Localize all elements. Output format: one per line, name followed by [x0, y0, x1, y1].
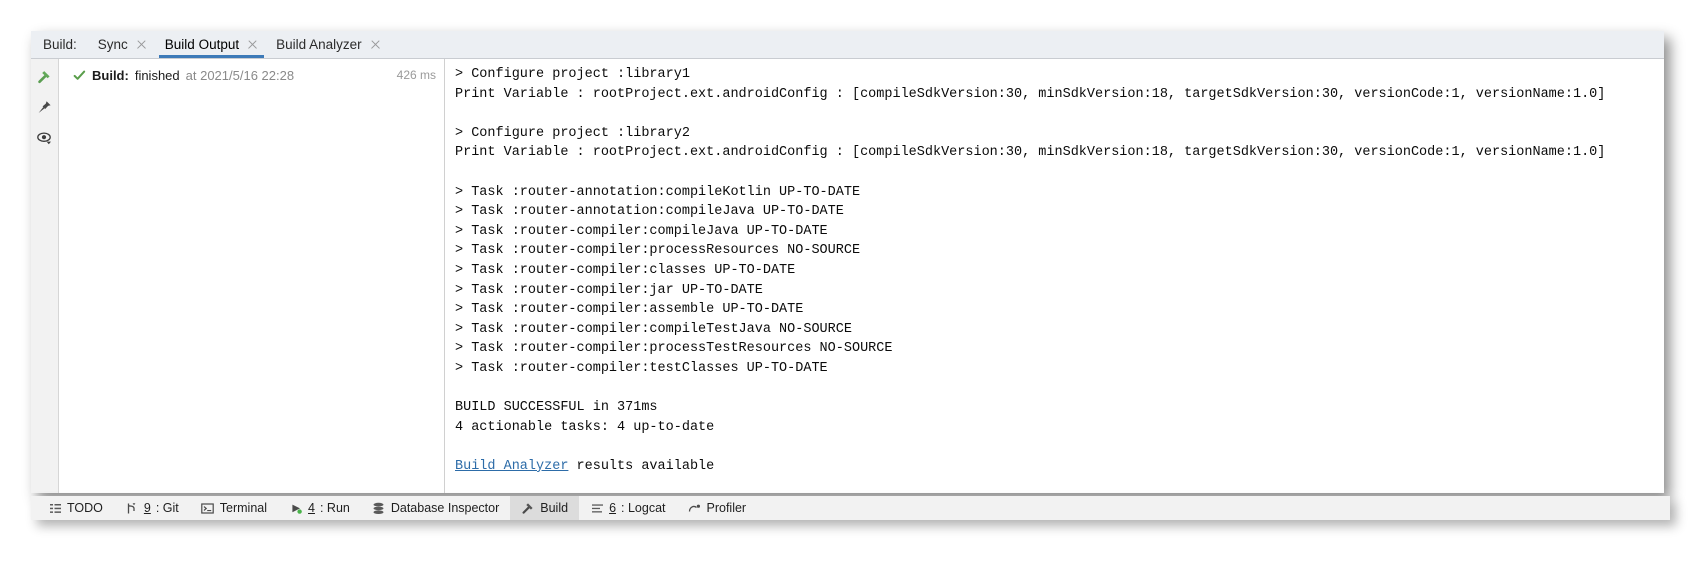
console-line: > Task :router-compiler:jar UP-TO-DATE — [455, 282, 763, 298]
tab-build-analyzer-label: Build Analyzer — [276, 36, 362, 52]
terminal-icon — [201, 501, 215, 515]
tab-build-analyzer[interactable]: Build Analyzer — [267, 31, 390, 58]
status-item-terminal-label: Terminal — [219, 501, 268, 515]
tab-sync-label: Sync — [97, 36, 128, 52]
status-item-build-label: Build — [540, 501, 569, 515]
logcat-icon — [590, 501, 604, 515]
build-duration: 426 ms — [396, 68, 436, 82]
console-line: > Task :router-compiler:classes UP-TO-DA… — [455, 262, 796, 278]
run-play-icon — [289, 501, 303, 515]
tab-build-output-label: Build Output — [164, 36, 240, 52]
console-line: > Task :router-compiler:processTestResou… — [455, 341, 893, 357]
console-line: Print Variable : rootProject.ext.android… — [455, 145, 1606, 161]
status-item-run-mnemonic: 4 — [308, 501, 315, 515]
build-tabbar: Build: Sync Build Output Build Analyzer — [31, 31, 1664, 59]
console-line: > Configure project :library2 — [455, 125, 690, 141]
console-line-link: Build Analyzer results available — [455, 457, 1664, 477]
status-item-todo-label: TODO — [67, 501, 103, 515]
close-icon[interactable] — [370, 39, 381, 50]
console-line: BUILD SUCCESSFUL in 371ms — [455, 400, 658, 416]
todo-list-icon — [48, 501, 62, 515]
close-icon[interactable] — [247, 39, 258, 50]
status-item-run-label: : Run — [319, 501, 350, 515]
console-line: > Task :router-compiler:compileJava UP-T… — [455, 223, 828, 239]
status-item-todo[interactable]: TODO — [37, 496, 114, 520]
build-analyzer-link[interactable]: Build Analyzer — [455, 459, 568, 474]
console-line: 4 actionable tasks: 4 up-to-date — [455, 419, 715, 435]
status-item-database-inspector-label: Database Inspector — [390, 501, 500, 515]
console-line: > Task :router-compiler:processResources… — [455, 243, 861, 259]
build-window-body: Build: finished at 2021/5/16 22:28 426 m… — [31, 59, 1664, 493]
console-line: Print Variable : rootProject.ext.android… — [455, 86, 1606, 102]
console-line: > Task :router-compiler:compileTestJava … — [455, 321, 852, 337]
status-item-logcat-mnemonic: 6 — [609, 501, 617, 515]
database-icon — [372, 501, 386, 515]
console-line: > Task :router-compiler:testClasses UP-T… — [455, 360, 828, 376]
ide-status-bar: TODO 9 : Git Terminal 4: Run Database In… — [31, 496, 1670, 520]
tab-sync[interactable]: Sync — [89, 31, 156, 58]
build-analyzer-link-suffix: results available — [568, 458, 715, 474]
status-item-terminal[interactable]: Terminal — [190, 496, 278, 520]
status-item-logcat[interactable]: 6 : Logcat — [579, 496, 676, 520]
screenshot-root: Build: Sync Build Output Build Analyzer — [0, 0, 1694, 561]
eye-icon[interactable] — [36, 129, 54, 147]
console-line: > Task :router-annotation:compileKotlin … — [455, 184, 861, 200]
status-item-build[interactable]: Build — [510, 496, 580, 520]
build-toolbar-rail — [31, 59, 59, 493]
tab-build-output[interactable]: Build Output — [156, 31, 267, 58]
build-tool-window: Build: Sync Build Output Build Analyzer — [31, 31, 1664, 493]
status-item-git[interactable]: 9 : Git — [114, 496, 190, 520]
build-tree-row[interactable]: Build: finished at 2021/5/16 22:28 426 m… — [59, 65, 444, 85]
build-tree-title: Build: — [92, 67, 129, 83]
green-check-icon — [73, 69, 86, 82]
status-item-logcat-label: : Logcat — [621, 501, 666, 515]
status-item-database-inspector[interactable]: Database Inspector — [361, 496, 510, 520]
close-icon[interactable] — [136, 39, 147, 50]
build-console-output[interactable]: > Configure project :library1 Print Vari… — [445, 59, 1664, 493]
status-item-git-mnemonic: 9 — [143, 501, 151, 515]
tabbar-title: Build: — [43, 37, 77, 52]
console-line: > Task :router-compiler:assemble UP-TO-D… — [455, 302, 804, 318]
build-tree-state: finished — [134, 67, 180, 83]
build-tree-panel[interactable]: Build: finished at 2021/5/16 22:28 426 m… — [59, 59, 445, 493]
status-item-profiler-label: Profiler — [706, 501, 747, 515]
console-line: > Configure project :library1 — [455, 67, 690, 82]
status-item-run[interactable]: 4 : Run — [278, 496, 361, 520]
console-line: > Task :router-annotation:compileJava UP… — [455, 204, 844, 220]
git-branch-icon — [125, 501, 139, 515]
build-tree-timestamp: at 2021/5/16 22:28 — [185, 67, 295, 83]
status-item-profiler[interactable]: Profiler — [677, 496, 758, 520]
pin-icon[interactable] — [36, 98, 54, 116]
build-hammer-icon — [521, 501, 535, 515]
status-item-git-label: : Git — [155, 501, 179, 515]
profiler-icon — [688, 501, 702, 515]
build-hammer-icon[interactable] — [36, 67, 54, 85]
